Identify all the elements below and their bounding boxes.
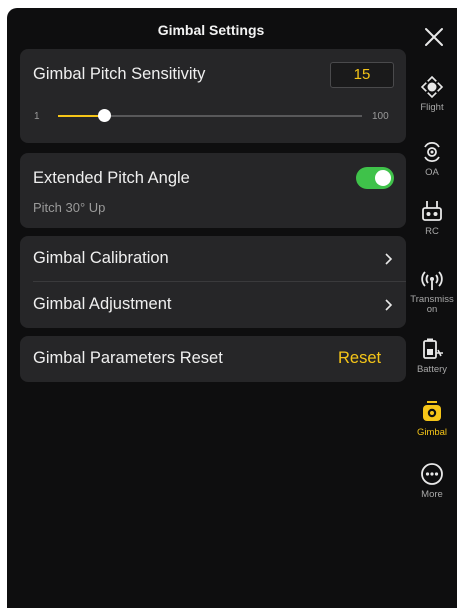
gimbal-icon <box>423 401 441 421</box>
obstacle-avoidance-icon <box>424 141 440 163</box>
reset-button[interactable]: Reset <box>338 349 381 368</box>
slider-max-label: 100 <box>372 111 389 122</box>
pitch-sensitivity-value-input[interactable]: 15 <box>330 62 394 88</box>
sidebar-item-label: More <box>421 489 443 500</box>
gimbal-adjustment-row[interactable]: Gimbal Adjustment <box>20 282 406 326</box>
gimbal-menu-card: Gimbal Calibration Gimbal Adjustment <box>20 236 406 328</box>
gimbal-calibration-label: Gimbal Calibration <box>33 249 169 267</box>
more-icon <box>421 463 443 485</box>
chevron-right-icon <box>385 253 393 265</box>
sidebar-item-transmission[interactable]: Transmiss on <box>407 268 457 315</box>
battery-icon <box>423 338 443 359</box>
gimbal-adjustment-label: Gimbal Adjustment <box>33 295 172 313</box>
extended-pitch-label: Extended Pitch Angle <box>33 169 190 187</box>
sidebar-item-label-line2: on <box>426 304 438 315</box>
settings-panel: Gimbal Settings Gimbal Pitch Sensitivity… <box>7 8 457 608</box>
sidebar-item-label: Battery <box>416 364 448 375</box>
sidebar-item-label: Gimbal <box>416 427 448 438</box>
extended-pitch-sublabel: Pitch 30° Up <box>33 200 106 215</box>
sidebar-item-rc[interactable]: RC <box>407 198 457 237</box>
remote-controller-icon <box>422 201 442 221</box>
pitch-sensitivity-label: Gimbal Pitch Sensitivity <box>33 65 206 83</box>
sidebar-item-gimbal[interactable]: Gimbal <box>407 399 457 438</box>
pitch-sensitivity-slider-fill <box>58 115 104 117</box>
drone-icon <box>420 75 444 99</box>
reset-card: Gimbal Parameters Reset Reset <box>20 336 406 382</box>
sidebar-item-label: Flight <box>420 102 444 113</box>
sidebar-item-label: RC <box>425 226 439 237</box>
gimbal-calibration-row[interactable]: Gimbal Calibration <box>20 236 406 280</box>
extended-pitch-card: Extended Pitch Angle Pitch 30° Up <box>20 153 406 228</box>
toggle-knob <box>375 170 391 186</box>
close-icon[interactable] <box>423 26 445 48</box>
sidebar-item-flight[interactable]: Flight <box>407 74 457 113</box>
reset-row-label: Gimbal Parameters Reset <box>33 349 223 367</box>
slider-min-label: 1 <box>34 111 40 122</box>
sidebar-item-battery[interactable]: Battery <box>407 336 457 375</box>
pitch-sensitivity-card: Gimbal Pitch Sensitivity 15 1 100 <box>20 49 406 143</box>
pitch-sensitivity-slider-thumb[interactable] <box>97 109 111 122</box>
extended-pitch-toggle[interactable] <box>356 167 394 189</box>
transmission-icon <box>421 271 443 290</box>
page-title: Gimbal Settings <box>157 22 265 38</box>
chevron-right-icon <box>385 299 393 311</box>
sidebar-item-oa[interactable]: OA <box>407 139 457 178</box>
sidebar-item-more[interactable]: More <box>407 461 457 500</box>
sidebar-item-label: OA <box>425 167 439 178</box>
